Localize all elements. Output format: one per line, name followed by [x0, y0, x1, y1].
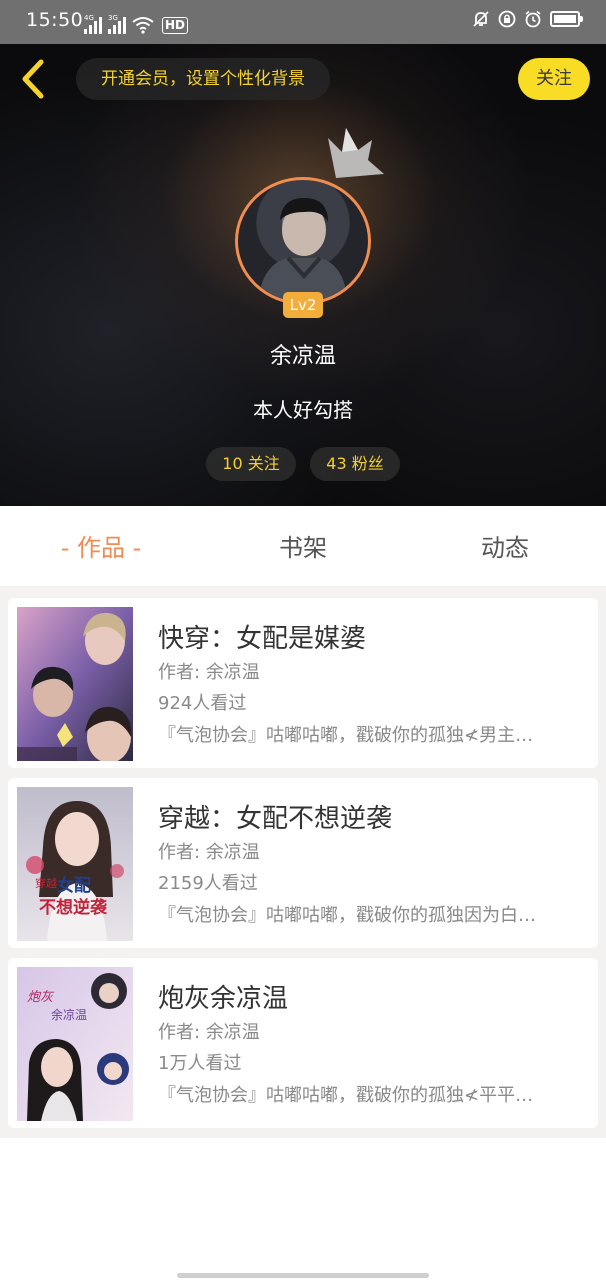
book-cover [17, 607, 133, 761]
home-indicator[interactable] [177, 1273, 429, 1278]
book-views: 2159人看过 [158, 873, 258, 894]
signal-icon: 3G [108, 14, 126, 34]
crown-icon [328, 128, 384, 178]
list-item[interactable]: 穿越 女配 不想逆袭 穿越：女配不想逆袭 作者: 余凉温 2159人看过 『气泡… [8, 778, 598, 948]
follow-button[interactable]: 关注 [518, 58, 590, 100]
list-item[interactable]: 快穿：女配是媒婆 作者: 余凉温 924人看过 『气泡协会』咕嘟咕嘟，戳破你的孤… [8, 598, 598, 768]
book-title: 炮灰余凉温 [158, 984, 289, 1014]
svg-text:余凉温: 余凉温 [51, 1007, 87, 1022]
profile-tabs: - 作品 - 书架 动态 [0, 506, 606, 586]
signal-group: 4G 3G HD [84, 12, 189, 34]
book-title: 快穿：女配是媒婆 [158, 624, 367, 654]
works-list: 快穿：女配是媒婆 作者: 余凉温 924人看过 『气泡协会』咕嘟咕嘟，戳破你的孤… [0, 586, 606, 1138]
status-time: 15:50 [26, 9, 84, 31]
wifi-icon [132, 17, 154, 34]
tab-works[interactable]: - 作品 - [20, 506, 182, 586]
svg-text:穿越: 穿越 [35, 876, 57, 890]
lock-rotation-icon [498, 10, 516, 28]
book-description: 『气泡协会』咕嘟咕嘟，戳破你的孤独≮平平… [158, 1085, 534, 1106]
book-cover: 穿越 女配 不想逆袭 [17, 787, 133, 941]
bell-off-icon [473, 11, 489, 27]
vip-background-banner[interactable]: 开通会员，设置个性化背景 [76, 58, 330, 100]
alarm-icon [525, 10, 541, 28]
avatar[interactable] [235, 177, 371, 305]
book-author: 作者: 余凉温 [158, 1022, 260, 1043]
book-views: 924人看过 [158, 693, 247, 714]
signal-icon: 4G [84, 14, 102, 34]
book-author: 作者: 余凉温 [158, 842, 260, 863]
status-right [472, 10, 583, 28]
following-count[interactable]: 10 关注 [206, 447, 296, 481]
fans-count[interactable]: 43 粉丝 [310, 447, 400, 481]
level-badge: Lv2 [283, 292, 323, 318]
user-bio: 本人好勾搭 [253, 398, 353, 422]
book-description: 『气泡协会』咕嘟咕嘟，戳破你的孤独因为白… [158, 905, 536, 926]
book-title: 穿越：女配不想逆袭 [158, 804, 393, 834]
tab-bookshelf[interactable]: 书架 [222, 506, 384, 586]
list-item[interactable]: 炮灰 余凉温 炮灰余凉温 作者: 余凉温 1万人看过 『气泡协会』咕嘟咕嘟，戳破… [8, 958, 598, 1128]
svg-text:不想逆袭: 不想逆袭 [39, 897, 108, 918]
profile-header: 15:50 4G 3G HD 开通会员，设置个性化背景 关注 Lv2 余凉温 本… [0, 0, 606, 506]
status-bar: 15:50 4G 3G HD [0, 0, 606, 44]
svg-text:炮灰: 炮灰 [27, 990, 55, 1005]
back-button[interactable] [14, 56, 54, 102]
book-description: 『气泡协会』咕嘟咕嘟，戳破你的孤独≮男主… [158, 725, 534, 746]
svg-text:女配: 女配 [57, 875, 91, 896]
book-views: 1万人看过 [158, 1053, 242, 1074]
book-cover: 炮灰 余凉温 [17, 967, 133, 1121]
tab-activity[interactable]: 动态 [424, 506, 586, 586]
username: 余凉温 [269, 344, 336, 369]
book-author: 作者: 余凉温 [158, 662, 260, 683]
hd-icon: HD [162, 17, 189, 34]
battery-icon [550, 11, 583, 27]
